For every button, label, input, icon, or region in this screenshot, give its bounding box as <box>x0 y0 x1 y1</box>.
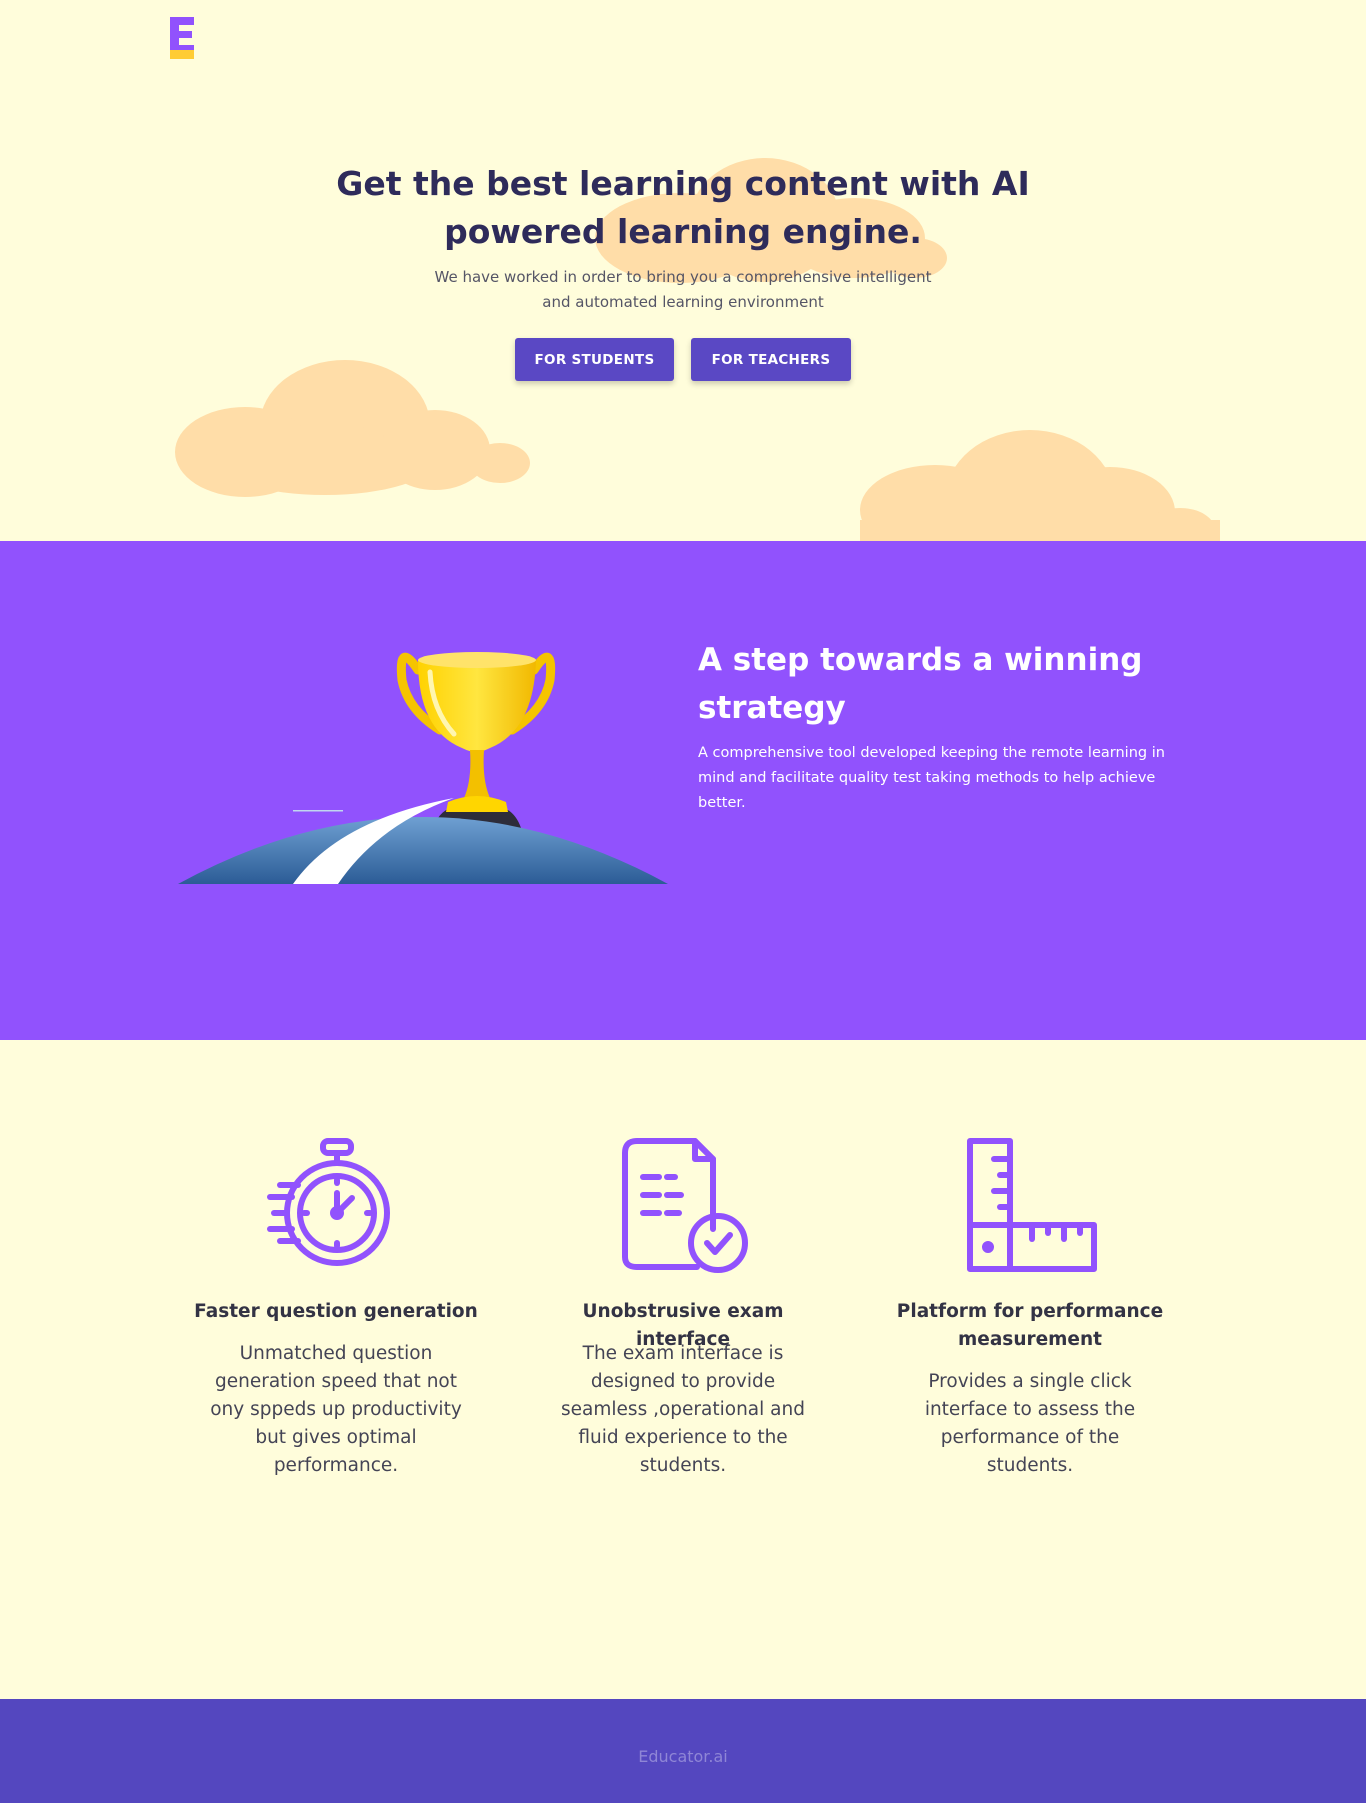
cloud-icon <box>175 360 530 497</box>
stopwatch-icon <box>267 1138 390 1266</box>
hero-section: Get the best learning content with AI po… <box>0 0 1366 541</box>
footer-brand: Educator.ai <box>638 1747 728 1766</box>
feature-text: Provides a single click interface to ass… <box>924 1371 1136 1476</box>
feature-text: The exam interface is designed to provid… <box>561 1343 805 1476</box>
feature-title: Faster question generation <box>194 1301 478 1322</box>
for-teachers-button[interactable]: FOR TEACHERS <box>691 338 851 381</box>
cloud-icon <box>860 430 1220 541</box>
hero-title: Get the best learning content with AI po… <box>336 164 1030 251</box>
trophy-on-road-icon <box>178 652 668 884</box>
ruler-square-icon <box>967 1138 1097 1272</box>
footer: Educator.ai <box>0 1699 1366 1803</box>
for-students-button[interactable]: FOR STUDENTS <box>515 338 674 381</box>
document-check-icon <box>622 1138 748 1273</box>
feature-text: Unmatched question generation speed that… <box>210 1343 462 1476</box>
strategy-text: A comprehensive tool developed keeping t… <box>698 745 1165 811</box>
strategy-title: A step towards a winning strategy <box>698 642 1143 726</box>
strategy-section: A step towards a winning strategy A comp… <box>0 541 1366 1040</box>
hero-subtitle: We have worked in order to bring you a c… <box>434 268 932 311</box>
logo-icon[interactable] <box>170 17 196 59</box>
features-section: Faster question generation Unmatched que… <box>0 1040 1366 1699</box>
feature-title: Platform for performance measurement <box>896 1301 1164 1350</box>
